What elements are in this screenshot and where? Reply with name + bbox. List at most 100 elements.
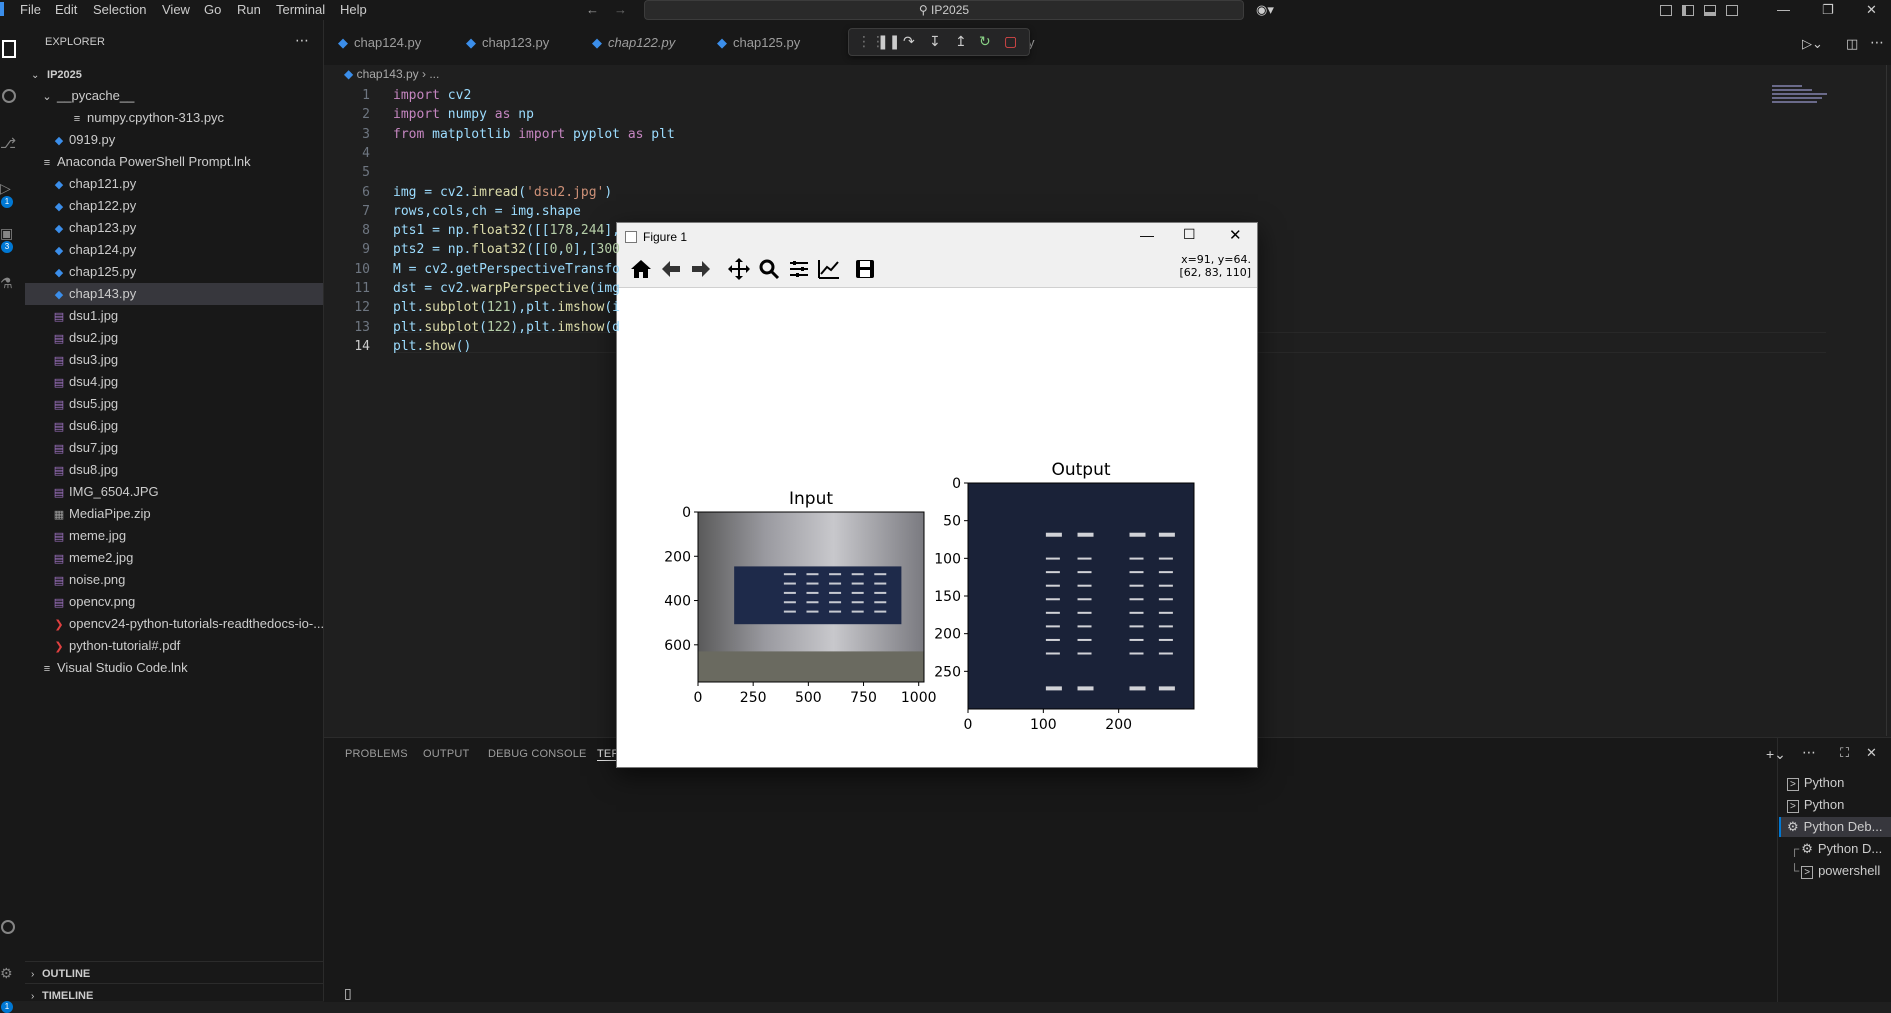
file-item[interactable]: ▤ dsu5.jpg: [25, 393, 323, 415]
forward-arrow-icon[interactable]: →: [614, 2, 627, 17]
tab-chap122[interactable]: ◆ chap122.py: [592, 32, 675, 54]
workspace-root[interactable]: ⌄ IP2025: [25, 63, 323, 85]
tab-chap124[interactable]: ◆ chap124.py: [338, 32, 421, 54]
file-item[interactable]: ❯ opencv24-python-tutorials-readthedocs-i…: [25, 613, 324, 635]
file-item[interactable]: ≡ Anaconda PowerShell Prompt.lnk: [25, 151, 323, 173]
home-icon[interactable]: [629, 257, 653, 281]
file-item[interactable]: ▦ MediaPipe.zip: [25, 503, 323, 525]
close-panel-icon[interactable]: ✕: [1866, 745, 1877, 761]
file-item[interactable]: ◆ chap143.py: [25, 283, 323, 305]
file-item[interactable]: ▤ dsu1.jpg: [25, 305, 323, 327]
zoom-icon[interactable]: [757, 257, 781, 281]
menu-terminal[interactable]: Terminal: [276, 2, 325, 17]
file-item[interactable]: ◆ chap121.py: [25, 173, 323, 195]
timeline-section[interactable]: › TIMELINE: [25, 983, 323, 1006]
terminal-item-python-debug-child[interactable]: ┌ ⚙ Python D...: [1790, 841, 1882, 857]
settings-gear-icon[interactable]: ⚙: [0, 965, 14, 981]
stop-icon[interactable]: ▢: [1004, 33, 1017, 50]
command-center-search[interactable]: ⚲ IP2025: [644, 0, 1244, 20]
code-line[interactable]: import numpy as np: [393, 107, 534, 122]
code-line[interactable]: M = cv2.getPerspectiveTransfo: [393, 262, 620, 277]
copilot-icon[interactable]: ◉▾: [1256, 2, 1274, 18]
tab-chap123[interactable]: ◆ chap123.py: [466, 32, 549, 54]
terminal-item-powershell[interactable]: └ > powershell: [1790, 863, 1880, 879]
tab-problems[interactable]: PROBLEMS: [345, 748, 408, 760]
edit-axis-icon[interactable]: [817, 257, 841, 281]
file-item[interactable]: ▤ meme2.jpg: [25, 547, 323, 569]
code-line[interactable]: plt.subplot(122),plt.imshow(d: [393, 320, 620, 335]
code-line[interactable]: rows,cols,ch = img.shape: [393, 204, 581, 219]
file-item[interactable]: ▤ dsu4.jpg: [25, 371, 323, 393]
tab-debug-console[interactable]: DEBUG CONSOLE: [488, 748, 587, 760]
file-item[interactable]: ◆ chap124.py: [25, 239, 323, 261]
outline-section[interactable]: › OUTLINE: [25, 961, 323, 984]
step-out-icon[interactable]: ↥: [955, 33, 967, 50]
close-icon[interactable]: ✕: [1866, 2, 1877, 18]
file-item[interactable]: ▤ dsu2.jpg: [25, 327, 323, 349]
explorer-icon[interactable]: [2, 40, 16, 58]
menu-help[interactable]: Help: [340, 2, 367, 17]
minimize-icon[interactable]: —: [1777, 2, 1790, 17]
terminal-item-python-1[interactable]: > Python: [1787, 775, 1844, 791]
tab-output[interactable]: OUTPUT: [423, 748, 469, 760]
code-line[interactable]: dst = cv2.warpPerspective(img: [393, 281, 620, 296]
menu-selection[interactable]: Selection: [93, 2, 146, 17]
matplotlib-figure-window[interactable]: Figure 1 — ☐ ✕ x=91, y=64. [62, 83, 110]…: [616, 222, 1258, 768]
file-item[interactable]: ▤ dsu6.jpg: [25, 415, 323, 437]
code-line[interactable]: from matplotlib import pyplot as plt: [393, 127, 675, 142]
back-icon[interactable]: [659, 257, 683, 281]
menu-file[interactable]: File: [20, 2, 41, 17]
breadcrumb-rest[interactable]: ...: [429, 67, 439, 81]
restore-icon[interactable]: ❐: [1822, 2, 1834, 18]
file-item[interactable]: ▤ noise.png: [25, 569, 323, 591]
split-editor-icon[interactable]: ◫: [1846, 36, 1858, 52]
menu-run[interactable]: Run: [237, 2, 261, 17]
input-axes[interactable]: Input 0 250 500 750 1000 0 200 400 600: [664, 489, 936, 706]
minimap[interactable]: [1772, 85, 1832, 115]
file-item[interactable]: ▤ dsu7.jpg: [25, 437, 323, 459]
step-into-icon[interactable]: ↧: [929, 33, 941, 50]
pan-icon[interactable]: [727, 257, 751, 281]
file-item[interactable]: ❯ python-tutorial#.pdf: [25, 635, 323, 657]
forward-icon[interactable]: [689, 257, 713, 281]
file-item[interactable]: ◆ chap125.py: [25, 261, 323, 283]
source-control-icon[interactable]: ⎇: [0, 135, 16, 151]
code-line[interactable]: plt.subplot(121),plt.imshow(i: [393, 300, 620, 315]
menu-go[interactable]: Go: [204, 2, 221, 17]
breadcrumb[interactable]: ◆ chap143.py › ...: [344, 67, 439, 81]
pause-icon[interactable]: ❚❚: [877, 33, 900, 50]
editor-more-icon[interactable]: ⋯: [1870, 34, 1884, 51]
output-axes[interactable]: Output 0 100 200 0 50 100 150 200 250: [934, 460, 1195, 733]
file-item[interactable]: ◆ chap122.py: [25, 195, 323, 217]
terminal-item-python-2[interactable]: > Python: [1787, 797, 1844, 813]
file-item[interactable]: ▤ dsu8.jpg: [25, 459, 323, 481]
panel-more-icon[interactable]: ⋯: [1802, 744, 1816, 761]
save-icon[interactable]: [853, 257, 877, 281]
account-icon[interactable]: [1, 920, 15, 934]
restart-icon[interactable]: ↻: [979, 33, 991, 50]
maximize-panel-icon[interactable]: ⛶: [1840, 745, 1849, 761]
figure-minimize-icon[interactable]: —: [1140, 227, 1154, 243]
file-item[interactable]: ⌄ __pycache__: [25, 85, 323, 107]
code-line[interactable]: pts2 = np.float32([[0,0],[300: [393, 242, 620, 257]
code-line[interactable]: pts1 = np.float32([[178,244],: [393, 223, 620, 238]
file-item[interactable]: ▤ meme.jpg: [25, 525, 323, 547]
tab-chap125[interactable]: ◆ chap125.py: [717, 32, 800, 54]
figure-canvas[interactable]: Input 0 250 500 750 1000 0200400600 Output 0…: [617, 287, 1257, 767]
file-item[interactable]: ≡ Visual Studio Code.lnk: [25, 657, 323, 679]
file-item[interactable]: ◆ 0919.py: [25, 129, 323, 151]
code-line[interactable]: plt.show(): [393, 339, 471, 354]
terminal-item-python-debug[interactable]: ⚙ Python Deb...: [1787, 819, 1882, 835]
configure-subplots-icon[interactable]: [787, 257, 811, 281]
step-over-icon[interactable]: ↷: [903, 33, 915, 50]
figure-close-icon[interactable]: ✕: [1229, 226, 1242, 244]
testing-icon[interactable]: ⚗: [0, 275, 14, 291]
run-file-icon[interactable]: ▷⌄: [1802, 36, 1823, 52]
file-item[interactable]: ▤ opencv.png: [25, 591, 323, 613]
breadcrumb-file[interactable]: chap143.py: [357, 67, 419, 81]
menu-edit[interactable]: Edit: [55, 2, 77, 17]
vertical-scrollbar[interactable]: [1886, 65, 1887, 736]
back-arrow-icon[interactable]: ←: [586, 2, 599, 17]
figure-maximize-icon[interactable]: ☐: [1183, 226, 1196, 243]
file-item[interactable]: ◆ chap123.py: [25, 217, 323, 239]
